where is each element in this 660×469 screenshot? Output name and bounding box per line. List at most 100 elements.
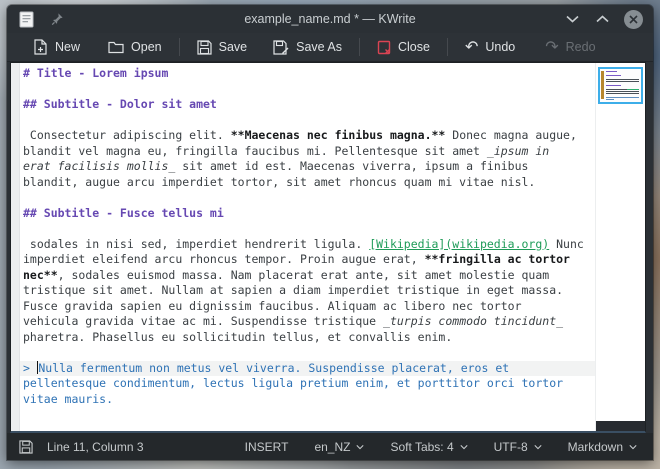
text-segment: Nulla fermentum non metus vel viverra. S… [38, 361, 509, 375]
save-status-icon[interactable] [19, 440, 33, 454]
editor-line[interactable]: pellentesque condimentum, lectus ligula … [20, 376, 595, 392]
text-segment: nec** [23, 268, 58, 282]
desktop-wallpaper: example_name.md * — KWrite [0, 0, 660, 469]
text-segment: pellentesque condimentum, lectus ligula … [23, 376, 563, 390]
text-segment: Fusce gravida sapien eu dignissim faucib… [23, 299, 522, 313]
tab-settings-label: Soft Tabs: 4 [390, 440, 453, 454]
text-segment: > [23, 361, 37, 375]
statusbar: Line 11, Column 3 INSERT en_NZ Soft Tabs… [7, 433, 653, 460]
editor-line[interactable] [20, 113, 595, 129]
minimap-line [606, 99, 639, 100]
text-segment: _turpis commodo tincidunt_ [383, 314, 563, 328]
new-button-label: New [55, 40, 80, 54]
document-icon [19, 11, 34, 28]
save-icon [197, 40, 212, 55]
editor-line[interactable] [20, 345, 595, 361]
editor-line[interactable]: vehicula gravida vitae ac mi. Suspendiss… [20, 314, 595, 330]
chevron-down-icon [629, 443, 637, 451]
toolbar-separator [179, 38, 180, 56]
text-segment: _ipsum in [487, 144, 549, 158]
maximize-button[interactable] [594, 11, 610, 27]
encoding-label: UTF-8 [494, 440, 528, 454]
editor-line[interactable]: sodales in nisi sed, imperdiet hendrerit… [20, 237, 595, 253]
editor-view: # Title - Lorem ipsum ## Subtitle - Dolor… [10, 62, 646, 433]
text-segment: erat facilisis mollis_ [23, 159, 175, 173]
editor-line[interactable] [20, 82, 595, 98]
dictionary-label: en_NZ [314, 440, 350, 454]
text-segment: tristique sit amet. Nullam at sapien a d… [23, 283, 563, 297]
minimap-line [606, 93, 639, 94]
text-segment: blandit vel magna eu, fringilla faucibus… [23, 144, 487, 158]
chevron-down-icon [460, 443, 468, 451]
text-segment: pharetra. Phasellus eu sollicitudin tell… [23, 330, 452, 344]
editor-line[interactable]: # Title - Lorem ipsum [20, 66, 595, 82]
save-as-button-label: Save As [296, 40, 342, 54]
redo-button[interactable]: ↷ Redo [537, 37, 603, 57]
scrollbar-minimap-track[interactable] [595, 63, 645, 431]
encoding-selector[interactable]: UTF-8 [494, 440, 542, 454]
window-title: example_name.md * — KWrite [7, 12, 653, 26]
editor-line[interactable]: vitae mauris. [20, 392, 595, 408]
editor-line[interactable]: blandit vel magna eu, fringilla faucibus… [20, 144, 595, 160]
editor-line[interactable]: nec**, sodales euismod massa. Nam placer… [20, 268, 595, 284]
redo-icon: ↷ [545, 40, 558, 54]
text-segment: sodales in nisi sed, imperdiet hendrerit… [23, 237, 369, 251]
modified-lines-marker [601, 71, 604, 99]
text-segment: ## Subtitle - Fusce tellus mi [23, 206, 224, 220]
editor-line[interactable]: ## Subtitle - Dolor sit amet [20, 97, 595, 113]
editor-line[interactable] [20, 221, 595, 237]
filetype-selector[interactable]: Markdown [568, 440, 637, 454]
toolbar-separator [359, 38, 360, 56]
close-document-button-label: Close [398, 40, 430, 54]
titlebar[interactable]: example_name.md * — KWrite [7, 5, 653, 33]
undo-button[interactable]: ↶ Undo [457, 37, 523, 57]
editor-line[interactable]: erat facilisis mollis_ sit amet id est. … [20, 159, 595, 175]
text-segment: Consectetur adipiscing elit. [23, 128, 231, 142]
editor-line[interactable]: blandit, augue arcu imperdiet tortor, si… [20, 175, 595, 191]
folder-open-icon [108, 40, 124, 54]
minimize-button[interactable] [564, 11, 580, 27]
tab-settings-selector[interactable]: Soft Tabs: 4 [390, 440, 467, 454]
editor-line[interactable]: imperdiet eleifend arcu rhoncus tempor. … [20, 252, 595, 268]
icon-border-gutter[interactable] [11, 63, 20, 431]
editor-line[interactable]: pharetra. Phasellus eu sollicitudin tell… [20, 330, 595, 346]
close-document-button[interactable]: Close [369, 37, 438, 58]
input-mode[interactable]: INSERT [245, 440, 289, 454]
editor-line[interactable]: ## Subtitle - Fusce tellus mi [20, 206, 595, 222]
save-button[interactable]: Save [189, 37, 256, 58]
text-segment: Donec magna augue, [445, 128, 577, 142]
editor-line[interactable]: Consectetur adipiscing elit. **Maecenas … [20, 128, 595, 144]
toolbar: New Open Save [7, 33, 653, 62]
chevron-down-icon [356, 443, 364, 451]
open-button-label: Open [131, 40, 162, 54]
minimap-visible-region[interactable] [598, 67, 643, 104]
save-as-icon [273, 40, 289, 55]
close-window-button[interactable] [624, 10, 643, 29]
open-button[interactable]: Open [100, 37, 170, 57]
editor-line[interactable] [20, 190, 595, 206]
redo-button-label: Redo [566, 40, 596, 54]
text-segment: # Title - Lorem ipsum [23, 66, 168, 80]
text-segment: [Wikipedia](wikipedia.org) [369, 237, 549, 251]
text-segment: vehicula gravida vitae ac mi. Suspendiss… [23, 314, 383, 328]
text-segment: **Maecenas nec finibus magna.** [231, 128, 446, 142]
editor-line[interactable]: > Nulla fermentum non metus vel viverra.… [20, 361, 595, 377]
editor-line[interactable]: tristique sit amet. Nullam at sapien a d… [20, 283, 595, 299]
document-new-icon [33, 39, 48, 55]
save-button-label: Save [219, 40, 248, 54]
text-area[interactable]: # Title - Lorem ipsum ## Subtitle - Dolor… [20, 63, 595, 431]
cursor-position[interactable]: Line 11, Column 3 [47, 440, 144, 454]
editor-line[interactable]: Fusce gravida sapien eu dignissim faucib… [20, 299, 595, 315]
editor-lines: # Title - Lorem ipsum ## Subtitle - Dolor… [20, 66, 595, 407]
undo-button-label: Undo [485, 40, 515, 54]
pin-icon[interactable] [50, 12, 64, 26]
undo-icon: ↶ [465, 40, 478, 54]
text-segment: ## Subtitle - Dolor sit amet [23, 97, 217, 111]
toolbar-separator [447, 38, 448, 56]
new-button[interactable]: New [25, 36, 88, 58]
save-as-button[interactable]: Save As [265, 37, 350, 58]
text-segment: Nunc [549, 237, 584, 251]
text-segment: sit amet id est. Maecenas viverra, ipsum… [175, 159, 528, 173]
minimap-line [606, 81, 639, 82]
dictionary-selector[interactable]: en_NZ [314, 440, 364, 454]
